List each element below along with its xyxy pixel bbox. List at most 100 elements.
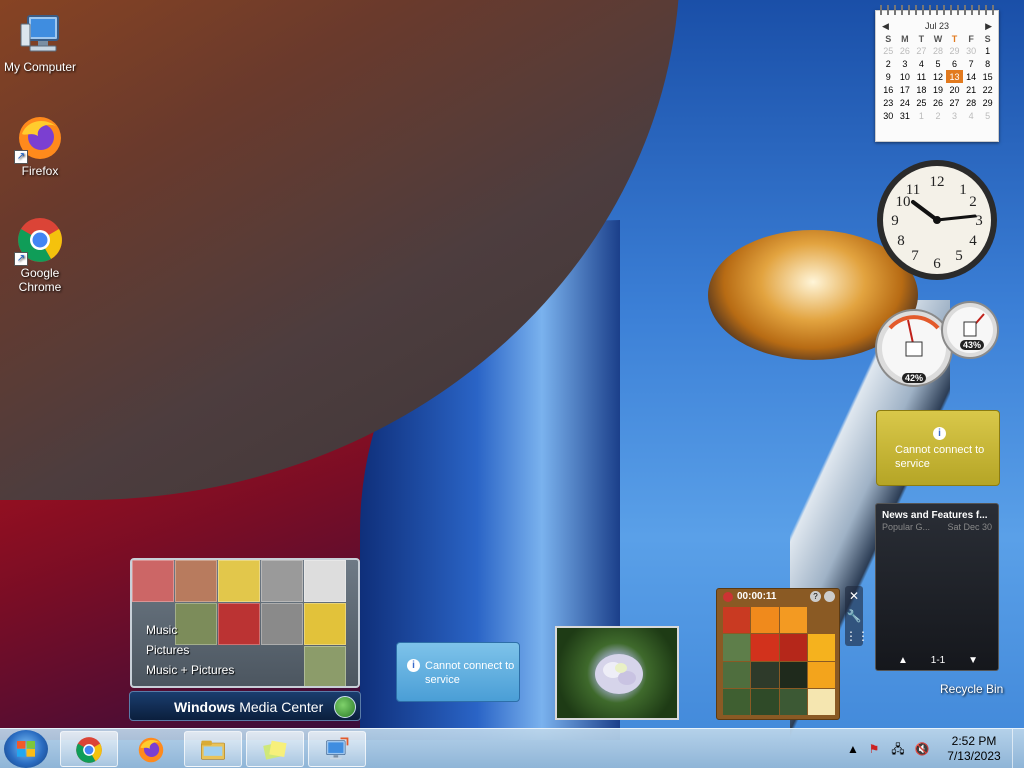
calendar-day[interactable]: 2 xyxy=(930,109,947,122)
slideshow-gadget[interactable] xyxy=(555,626,679,720)
calendar-day[interactable]: 27 xyxy=(913,44,930,57)
calendar-day[interactable]: 26 xyxy=(930,96,947,109)
calendar-day[interactable]: 20 xyxy=(946,83,963,96)
weather-gadget[interactable]: i Cannot connect to service xyxy=(876,410,1000,486)
calendar-day[interactable]: 28 xyxy=(963,96,980,109)
puzzle-tile[interactable] xyxy=(807,634,835,661)
network-icon[interactable]: 🖧 xyxy=(890,742,906,756)
next-month-icon[interactable]: ▶ xyxy=(985,21,992,32)
menu-item-music[interactable]: Music xyxy=(146,620,234,640)
feed-pager: ▲ 1-1 ▼ xyxy=(898,655,978,666)
svg-text:1: 1 xyxy=(959,182,967,198)
taskbar-sticky-notes[interactable] xyxy=(246,731,304,767)
calendar-day[interactable]: 11 xyxy=(913,70,930,83)
calendar-day[interactable]: 30 xyxy=(880,109,897,122)
taskbar-chrome[interactable] xyxy=(60,731,118,767)
calendar-day[interactable]: 1 xyxy=(979,44,996,57)
calendar-gadget[interactable]: ◀ Jul 23 ▶ SMTWTFS 25 26 27 28 29 30 1 2 3 4 5 6 7 8 9… xyxy=(875,5,999,142)
stocks-gadget[interactable]: i Cannot connect to service xyxy=(396,642,520,702)
action-center-icon[interactable]: ⚑ xyxy=(866,742,882,756)
calendar-day[interactable]: 3 xyxy=(897,57,914,70)
calendar-day[interactable]: 17 xyxy=(897,83,914,96)
calendar-day[interactable]: 26 xyxy=(897,44,914,57)
puzzle-tile[interactable] xyxy=(779,607,807,634)
desktop-icon-firefox[interactable]: ↗ Firefox xyxy=(0,114,80,178)
calendar-day[interactable]: 30 xyxy=(963,44,980,57)
calendar-day[interactable]: 4 xyxy=(913,57,930,70)
calendar-day[interactable]: 6 xyxy=(946,57,963,70)
puzzle-tile[interactable] xyxy=(751,661,779,688)
calendar-day[interactable]: 15 xyxy=(979,70,996,83)
puzzle-tile[interactable] xyxy=(779,688,807,715)
puzzle-tile[interactable] xyxy=(723,607,751,634)
calendar-day[interactable]: 2 xyxy=(880,57,897,70)
options-wrench-icon[interactable]: 🔧 xyxy=(845,606,863,626)
calendar-day[interactable]: 14 xyxy=(963,70,980,83)
puzzle-tile[interactable] xyxy=(807,688,835,715)
calendar-day[interactable]: 1 xyxy=(913,109,930,122)
desktop-icon-chrome[interactable]: ↗ Google Chrome xyxy=(0,216,80,294)
desktop-icon-recycle-bin[interactable]: Recycle Bin xyxy=(940,682,1003,696)
help-icon[interactable]: ? xyxy=(810,591,821,602)
picture-puzzle-gadget[interactable]: 00:00:11 ? xyxy=(716,588,840,720)
menu-item-pictures[interactable]: Pictures xyxy=(146,640,234,660)
media-center-launch-bar[interactable]: Windows Media Center xyxy=(129,691,361,721)
calendar-day[interactable]: 23 xyxy=(880,96,897,109)
show-hidden-icons-icon[interactable]: ▲ xyxy=(845,742,861,756)
calendar-day[interactable]: 5 xyxy=(979,109,996,122)
start-button[interactable] xyxy=(4,730,48,768)
calendar-day[interactable]: 8 xyxy=(979,57,996,70)
puzzle-tile[interactable] xyxy=(751,688,779,715)
feed-source[interactable]: Popular G... xyxy=(882,522,930,532)
taskbar-firefox[interactable] xyxy=(122,731,180,767)
puzzle-tile[interactable] xyxy=(779,661,807,688)
puzzle-tile[interactable] xyxy=(751,634,779,661)
media-center-gadget[interactable]: Music Pictures Music + Pictures xyxy=(130,558,360,688)
desktop-icon-my-computer[interactable]: My Computer xyxy=(0,10,80,74)
calendar-day[interactable]: 16 xyxy=(880,83,897,96)
calendar-day[interactable]: 9 xyxy=(880,70,897,83)
calendar-day[interactable]: 27 xyxy=(946,96,963,109)
calendar-day[interactable]: 31 xyxy=(897,109,914,122)
prev-month-icon[interactable]: ◀ xyxy=(882,21,889,32)
taskbar-explorer[interactable] xyxy=(184,731,242,767)
drag-handle-icon[interactable]: ⋮⋮ xyxy=(845,626,869,646)
volume-muted-icon[interactable]: 🔇 xyxy=(914,742,930,756)
puzzle-tile[interactable] xyxy=(723,634,751,661)
calendar-day[interactable]: 13 xyxy=(946,70,963,83)
menu-item-music-pictures[interactable]: Music + Pictures xyxy=(146,660,234,680)
calendar-day[interactable]: 4 xyxy=(963,109,980,122)
calendar-day[interactable]: 21 xyxy=(963,83,980,96)
close-icon[interactable]: ✕ xyxy=(845,586,863,606)
taskbar-remote-desktop[interactable] xyxy=(308,731,366,767)
feed-headlines-gadget[interactable]: News and Features f... Popular G... Sat … xyxy=(875,503,999,671)
calendar-day[interactable]: 25 xyxy=(880,44,897,57)
calendar-day[interactable]: 28 xyxy=(930,44,947,57)
calendar-day[interactable]: 22 xyxy=(979,83,996,96)
calendar-day[interactable]: 18 xyxy=(913,83,930,96)
calendar-day[interactable]: 5 xyxy=(930,57,947,70)
hint-icon[interactable] xyxy=(824,591,835,602)
calendar-day[interactable]: 12 xyxy=(930,70,947,83)
calendar-day[interactable]: 19 xyxy=(930,83,947,96)
feed-prev-icon[interactable]: ▲ xyxy=(898,655,908,666)
feed-next-icon[interactable]: ▼ xyxy=(968,655,978,666)
calendar-day[interactable]: 29 xyxy=(979,96,996,109)
calendar-day[interactable]: 29 xyxy=(946,44,963,57)
show-desktop-button[interactable] xyxy=(1012,729,1024,768)
puzzle-tile[interactable] xyxy=(723,661,751,688)
calendar-day[interactable]: 3 xyxy=(946,109,963,122)
puzzle-empty-slot[interactable] xyxy=(807,607,835,634)
puzzle-tile[interactable] xyxy=(779,634,807,661)
puzzle-tile[interactable] xyxy=(751,607,779,634)
feed-page-count: 1-1 xyxy=(930,655,946,666)
calendar-day[interactable]: 10 xyxy=(897,70,914,83)
clock-gadget[interactable]: 12 1 2 345 678 9 10 11 xyxy=(875,158,999,282)
taskbar-clock[interactable]: 2:52 PM 7/13/2023 xyxy=(944,734,1004,764)
cpu-meter-gadget[interactable]: 42% 43% xyxy=(874,298,1002,388)
calendar-day[interactable]: 24 xyxy=(897,96,914,109)
puzzle-tile[interactable] xyxy=(723,688,751,715)
calendar-day[interactable]: 7 xyxy=(963,57,980,70)
puzzle-tile[interactable] xyxy=(807,661,835,688)
calendar-day[interactable]: 25 xyxy=(913,96,930,109)
